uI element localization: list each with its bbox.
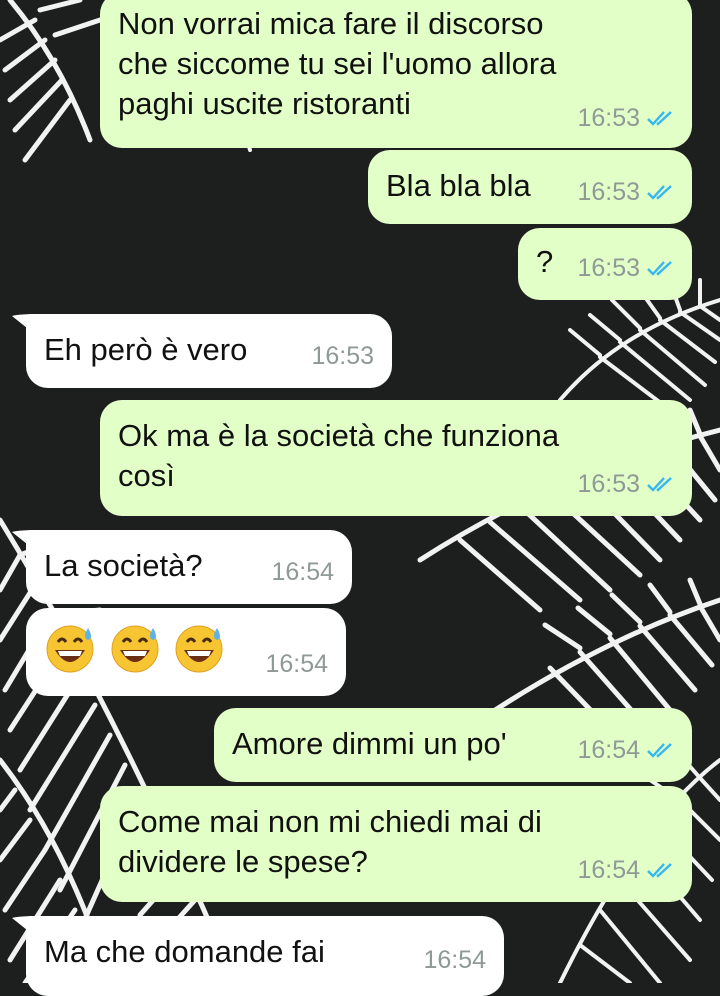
message-meta: 16:53 (577, 464, 676, 504)
message-bubble-incoming[interactable]: Ma che domande fai 16:54 (26, 916, 504, 996)
message-time: 16:54 (577, 736, 640, 764)
message-meta: 16:54 (577, 730, 676, 770)
message-meta: 16:54 (271, 552, 334, 592)
message-bubble-outgoing[interactable]: Ok ma è la società che funziona così 16:… (100, 400, 692, 516)
message-time: 16:54 (271, 558, 334, 586)
message-meta: 16:53 (311, 336, 374, 376)
double-check-icon (647, 185, 672, 200)
double-check-icon (647, 743, 672, 758)
message-time: 16:54 (265, 650, 328, 678)
message-meta: 16:53 (577, 248, 676, 288)
double-check-icon (647, 111, 672, 126)
grinning-face-with-sweat-icon (111, 625, 159, 673)
message-bubble-incoming[interactable]: La società? 16:54 (26, 530, 352, 604)
message-meta: 16:54 (577, 850, 676, 890)
message-bubble-outgoing[interactable]: Come mai non mi chiedi mai di dividere l… (100, 786, 692, 902)
message-time: 16:53 (577, 178, 640, 206)
message-bubble-incoming[interactable]: Eh però è vero 16:53 (26, 314, 392, 388)
message-time: 16:53 (577, 470, 640, 498)
message-time: 16:53 (577, 104, 640, 132)
double-check-icon (647, 863, 672, 878)
message-bubble-outgoing[interactable]: Amore dimmi un po' 16:54 (214, 708, 692, 782)
message-time: 16:53 (577, 254, 640, 282)
message-text: Ma che domande fai (44, 934, 325, 969)
message-bubble-outgoing[interactable]: Bla bla bla 16:53 (368, 150, 692, 224)
message-meta: 16:54 (423, 940, 486, 980)
message-bubble-incoming[interactable]: 16:54 (26, 608, 346, 696)
message-bubble-outgoing[interactable]: Non vorrai mica fare il discorso che sic… (100, 0, 692, 148)
double-check-icon (647, 261, 672, 276)
message-time: 16:54 (577, 856, 640, 884)
message-bubble-outgoing[interactable]: ? 16:53 (518, 228, 692, 300)
grinning-face-with-sweat-icon (46, 625, 94, 673)
message-meta: 16:53 (577, 98, 676, 138)
message-time: 16:54 (423, 946, 486, 974)
double-check-icon (647, 477, 672, 492)
message-meta: 16:53 (577, 172, 676, 212)
grinning-face-with-sweat-icon (175, 625, 223, 673)
message-meta: 16:54 (265, 644, 328, 684)
message-time: 16:53 (311, 342, 374, 370)
